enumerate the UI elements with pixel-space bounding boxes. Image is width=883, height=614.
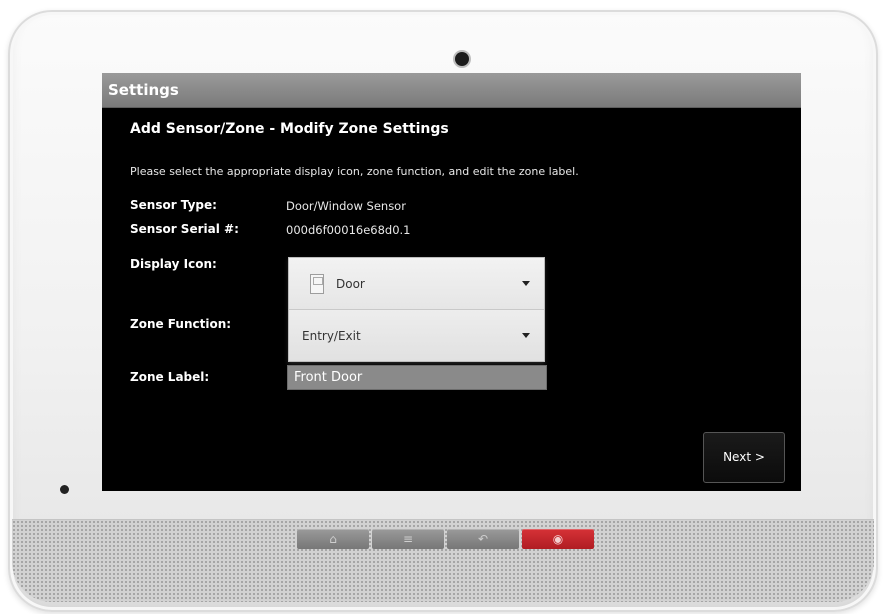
zone-function-dropdown[interactable]: Entry/Exit xyxy=(289,310,544,361)
chevron-down-icon xyxy=(522,333,530,338)
next-button[interactable]: Next > xyxy=(703,432,785,483)
back-hw-button[interactable]: ↶ xyxy=(447,529,519,549)
display-icon-value: Door xyxy=(336,276,365,291)
dropdown-group: Door Entry/Exit xyxy=(288,257,545,362)
hardware-button-bar: ⌂ ≡ ↶ ◉ xyxy=(297,529,594,549)
camera-icon xyxy=(455,52,469,66)
settings-content: Add Sensor/Zone - Modify Zone Settings P… xyxy=(130,121,791,491)
page-title: Settings xyxy=(102,73,801,108)
section-heading: Add Sensor/Zone - Modify Zone Settings xyxy=(130,121,449,137)
zone-function-label: Zone Function: xyxy=(130,317,232,331)
sensor-type-value: Door/Window Sensor xyxy=(286,199,406,213)
display-icon-dropdown[interactable]: Door xyxy=(289,258,544,310)
emergency-hw-button[interactable]: ◉ xyxy=(522,529,594,549)
display-icon-label: Display Icon: xyxy=(130,257,217,271)
door-icon xyxy=(310,273,324,294)
zone-function-value: Entry/Exit xyxy=(302,328,361,343)
sensor-serial-value: 000d6f00016e68d0.1 xyxy=(286,223,411,237)
light-sensor xyxy=(60,485,69,494)
zone-label-input[interactable]: Front Door xyxy=(287,365,547,390)
sensor-serial-label: Sensor Serial #: xyxy=(130,222,239,236)
instruction-text: Please select the appropriate display ic… xyxy=(130,165,579,178)
chevron-down-icon xyxy=(522,281,530,286)
home-hw-button[interactable]: ⌂ xyxy=(297,529,369,549)
menu-hw-button[interactable]: ≡ xyxy=(372,529,444,549)
sensor-type-label: Sensor Type: xyxy=(130,198,217,212)
touch-screen: Settings Add Sensor/Zone - Modify Zone S… xyxy=(102,73,801,491)
zone-label-label: Zone Label: xyxy=(130,370,210,384)
